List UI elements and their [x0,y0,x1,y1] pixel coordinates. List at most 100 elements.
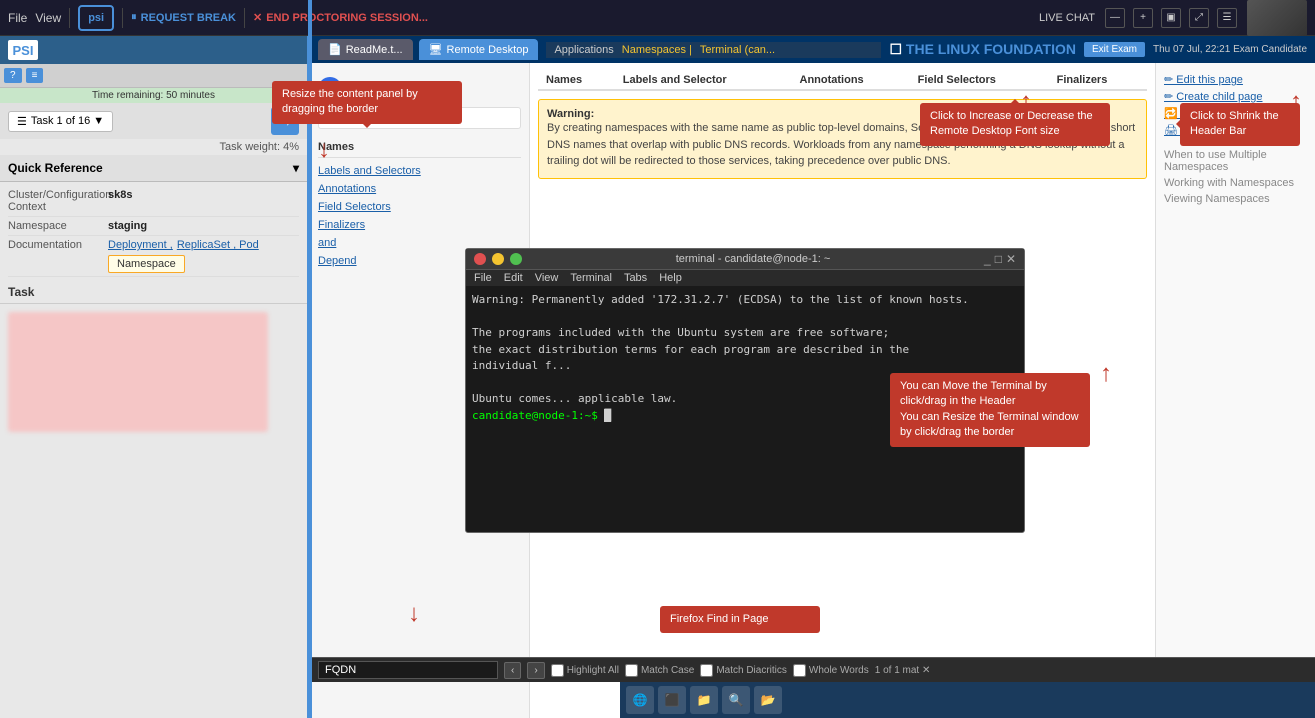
find-bar: ‹ › Highlight All Match Case Match Diacr… [310,657,1315,682]
terminal-menu-help[interactable]: Help [659,272,682,284]
working-ns-link: Working with Namespaces [1164,175,1307,191]
terminal-titlebar[interactable]: terminal - candidate@node-1: ~ _ □ ✕ [466,249,1024,270]
taskbar-search-icon[interactable]: 🔍 [722,686,750,714]
quick-reference-section[interactable]: Quick Reference ▾ [0,155,307,182]
toolbar-btn-2[interactable]: ≡ [26,68,44,83]
terminal-line-3: The programs included with the Ubuntu sy… [472,325,1018,342]
tab-remote-desktop[interactable]: 🖥 Remote Desktop [419,39,539,60]
taskbar-terminal-icon[interactable]: ⬛ [658,686,686,714]
task-nav: ☰ Task 1 of 16 ▼ → [0,103,307,139]
terminal-restore-icon[interactable]: □ [995,252,1002,266]
taskbar-browser-icon[interactable]: 🌐 [626,686,654,714]
taskbar: 🌐 ⬛ 📁 🔍 📂 [620,682,1315,718]
divider2 [122,8,123,28]
col-field: Field Selectors [910,71,1049,90]
left-panel-header: PSI [0,36,307,64]
task-selector[interactable]: ☰ Task 1 of 16 ▼ [8,111,113,132]
find-match-case[interactable]: Match Case [625,664,694,677]
find-whole-words[interactable]: Whole Words [793,664,869,677]
terminal-maximize-button[interactable] [510,253,522,265]
psi-logo: psi [78,5,114,31]
col-annotations: Annotations [792,71,910,90]
expand-button[interactable]: + [1133,8,1153,28]
terminal-close-button[interactable] [474,253,486,265]
settings-button[interactable]: ☰ [1217,8,1237,28]
find-highlight-all[interactable]: Highlight All [551,664,619,677]
terminal-line-1: Warning: Permanently added '172.31.2.7' … [472,292,1018,309]
task-section-label: Task [0,281,307,304]
edit-page-link[interactable]: ✏ Edit this page [1164,71,1307,88]
ref-row-documentation: Documentation Deployment , ReplicaSet , … [8,236,299,277]
nav-field-selectors[interactable]: Field Selectors [318,198,521,216]
taskbar-folder-icon[interactable]: 📂 [754,686,782,714]
divider [69,8,70,28]
deployment-link[interactable]: Deployment , [108,239,173,251]
nav-labels[interactable]: Labels and Selectors [318,162,521,180]
avatar [1247,0,1307,36]
right-panel: 📄 ReadMe.t... 🖥 Remote Desktop Applicati… [310,36,1315,718]
k8s-sidebar-gray: When to use Multiple Namespaces Working … [1164,147,1307,207]
app-terminal[interactable]: Terminal (can... [700,44,775,56]
tab-readme[interactable]: 📄 ReadMe.t... [318,39,413,60]
terminal-prompt: candidate@node-1:~$ [472,409,598,422]
fullscreen-button[interactable]: ⤢ [1189,8,1209,28]
live-chat-button[interactable]: LIVE CHAT [1039,12,1095,24]
exit-exam-button[interactable]: Exit Exam [1084,42,1145,57]
find-prev-button[interactable]: ‹ [504,662,521,679]
lf-logo: ☐ THE LINUX FOUNDATION [889,41,1076,58]
k8s-sidebar: ✏ Edit this page ✏ Create child page 🔁 C… [1155,63,1315,718]
terminal-minimize-button[interactable] [492,253,504,265]
nav-annotations[interactable]: Annotations [318,180,521,198]
end-session-button[interactable]: ✕ END PROCTORING SESSION... [253,11,428,24]
font-size-tooltip: Click to Increase or Decrease the Remote… [920,103,1110,146]
terminal-title: terminal - candidate@node-1: ~ [528,253,978,265]
top-bar: File View psi ⏸ REQUEST BREAK ✕ END PROC… [0,0,1315,36]
app-applications[interactable]: Applications [554,44,613,56]
left-panel: PSI ? ≡ Time remaining: 50 minutes ☰ Tas… [0,36,310,718]
terminal-cursor: █ [604,409,611,422]
move-terminal-tooltip: You can Move the Terminal by click/drag … [890,373,1090,447]
terminal-menu-tabs[interactable]: Tabs [624,272,647,284]
multi-ns-link: When to use Multiple Namespaces [1164,147,1307,175]
replicaset-link[interactable]: ReplicaSet , Pod [177,239,259,251]
namespace-box[interactable]: Namespace [108,255,185,273]
minimize-button[interactable]: — [1105,8,1125,28]
terminal-line-4: the exact distribution terms for each pr… [472,342,1018,359]
nav-finalizers[interactable]: Finalizers [318,216,521,234]
top-bar-left: File View psi ⏸ REQUEST BREAK ✕ END PROC… [8,5,428,31]
app-namespaces[interactable]: Namespaces | [622,44,692,56]
top-menu-file[interactable]: File [8,11,27,25]
find-next-button[interactable]: › [527,662,544,679]
terminal-line-2 [472,309,1018,326]
terminal-minimize-icon[interactable]: _ [984,252,991,266]
terminal-menu-file[interactable]: File [474,272,492,284]
toolbar-row: ? ≡ [0,64,307,88]
terminal-close-icon[interactable]: ✕ [1006,252,1016,266]
find-count: 1 of 1 mat ✕ [875,665,931,676]
lf-header: 📄 ReadMe.t... 🖥 Remote Desktop Applicati… [310,36,1315,63]
ref-table: Cluster/Configuration Context sk8s Names… [0,182,307,281]
top-menu-view[interactable]: View [35,11,61,25]
find-in-page-tooltip: Firefox Find in Page [660,606,820,633]
taskbar-files-icon[interactable]: 📁 [690,686,718,714]
monitor-icon: ▣ [1161,8,1181,28]
terminal-menu: File Edit View Terminal Tabs Help [466,270,1024,286]
toolbar-btn-1[interactable]: ? [4,68,22,83]
divider3 [244,8,245,28]
ref-row-cluster: Cluster/Configuration Context sk8s [8,186,299,217]
task-content-blurred [8,312,268,432]
exam-status: Thu 07 Jul, 22:21 Exam Candidate [1153,44,1307,55]
shrink-header-tooltip: Click to Shrink the Header Bar [1180,103,1300,146]
terminal-menu-terminal[interactable]: Terminal [570,272,612,284]
viewing-ns-link: Viewing Namespaces [1164,191,1307,207]
terminal-menu-view[interactable]: View [535,272,559,284]
col-names: Names [538,71,615,90]
remote-desktop-tab-icon: 🖥 [429,43,443,56]
find-input[interactable] [318,661,498,679]
list-icon: ☰ [17,115,27,128]
terminal-menu-edit[interactable]: Edit [504,272,523,284]
request-break-button[interactable]: ⏸ REQUEST BREAK [131,11,236,24]
find-match-diacritics[interactable]: Match Diacritics [700,664,787,677]
window-controls: — + ▣ ⤢ ☰ [1105,8,1237,28]
col-labels: Labels and Selector [615,71,792,90]
